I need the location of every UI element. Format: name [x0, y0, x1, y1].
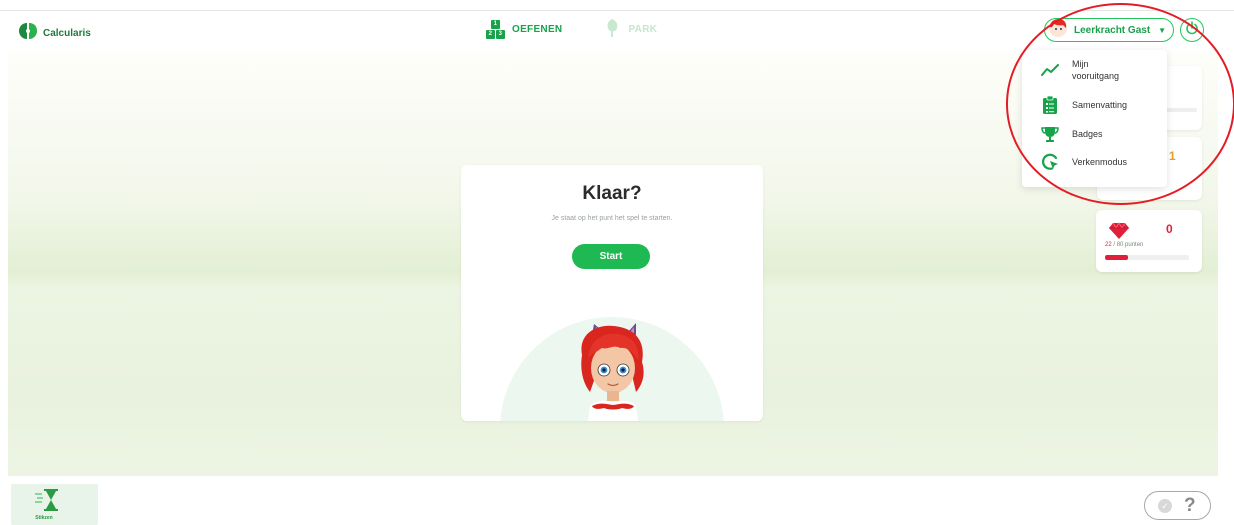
- user-name: Leerkracht Gast: [1074, 24, 1151, 36]
- park-tree-icon: [602, 18, 622, 41]
- points-current: 22: [1105, 242, 1112, 248]
- progress-chart-icon: [1040, 60, 1060, 80]
- main-nav: 1 2 3 OEFENEN PARK: [486, 18, 657, 41]
- number-blocks-icon: 1 2 3: [486, 19, 506, 40]
- calcularis-logo-icon: [18, 22, 38, 45]
- ruby-gem-icon: [1109, 222, 1129, 244]
- tab-oefenen[interactable]: 1 2 3 OEFENEN: [486, 19, 563, 40]
- card-subtitle: Je staat op het punt het spel te starten…: [551, 215, 673, 222]
- user-menu-button[interactable]: Leerkracht Gast ▼: [1044, 18, 1174, 42]
- app-window: Calcularis 1 2 3 OEFENEN PARK Leerkracht…: [0, 0, 1234, 525]
- start-button[interactable]: Start: [572, 244, 650, 269]
- stikzen-tile[interactable]: Stikzen: [11, 484, 98, 525]
- card-title: Klaar?: [582, 183, 642, 204]
- menu-item-mijn-vooruitgang[interactable]: Mijn vooruitgang: [1040, 58, 1132, 82]
- points-label: 22 / 80 punten: [1105, 242, 1143, 248]
- stikzen-label: Stikzen: [35, 515, 53, 521]
- chevron-down-icon: ▼: [1158, 25, 1167, 35]
- score-card-gems: 0 22 / 80 punten: [1096, 210, 1202, 272]
- tab-park-label: PARK: [628, 24, 658, 35]
- question-mark-icon: ?: [1184, 494, 1196, 516]
- menu-item-samenvatting[interactable]: Samenvatting: [1040, 95, 1127, 115]
- top-divider: [0, 10, 1234, 11]
- points-total: / 80 punten: [1113, 242, 1144, 248]
- points-progress-bar: [1105, 255, 1189, 260]
- menu-item-label: Badges: [1072, 129, 1103, 139]
- menu-item-label: Samenvatting: [1072, 100, 1128, 110]
- menu-item-label: Verkenmodus: [1072, 157, 1128, 167]
- tab-oefenen-label: OEFENEN: [512, 24, 563, 35]
- character-avatar: [581, 323, 644, 421]
- brand-name: Calcularis: [43, 28, 91, 39]
- user-dropdown-menu: Mijn vooruitgang Samenvatting Badges Ver…: [1022, 50, 1167, 187]
- hourglass-icon: [35, 488, 61, 517]
- brand[interactable]: Calcularis: [18, 22, 91, 45]
- help-button[interactable]: ✓ ?: [1144, 491, 1211, 520]
- check-icon: ✓: [1158, 498, 1172, 513]
- menu-item-verkenmodus[interactable]: Verkenmodus: [1040, 152, 1127, 172]
- tab-park[interactable]: PARK: [602, 18, 657, 41]
- points-progress-fill: [1105, 255, 1129, 260]
- trophy-icon: [1040, 124, 1060, 144]
- gem-count: 0: [1166, 222, 1173, 236]
- logout-button[interactable]: [1180, 18, 1204, 42]
- menu-item-label: Mijn vooruitgang: [1072, 59, 1120, 81]
- explore-cursor-icon: [1040, 152, 1060, 172]
- menu-item-badges[interactable]: Badges: [1040, 124, 1103, 144]
- clipboard-icon: [1040, 95, 1060, 115]
- top-bar: Calcularis 1 2 3 OEFENEN PARK Leerkracht…: [8, 12, 1230, 50]
- coin-count: 1: [1169, 149, 1176, 163]
- start-card: Klaar? Je staat op het punt het spel te …: [461, 165, 763, 421]
- user-avatar-icon: [1048, 18, 1068, 43]
- power-icon: [1185, 20, 1199, 40]
